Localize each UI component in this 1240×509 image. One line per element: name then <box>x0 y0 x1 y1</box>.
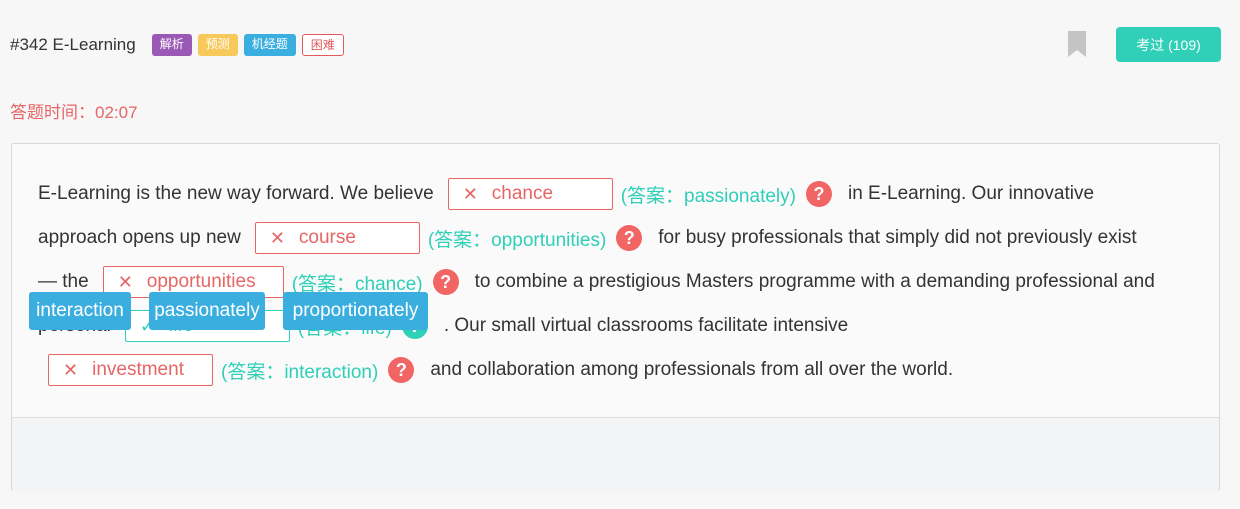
passage-text: in E-Learning. Our innovative <box>847 183 1095 204</box>
question-icon[interactable]: ? <box>805 181 832 207</box>
blank-3-value: opportunities <box>146 271 256 292</box>
x-icon: ✕ <box>269 227 285 248</box>
timer-value: 02:07 <box>95 103 138 122</box>
blank-1-value: chance <box>491 183 554 204</box>
passage-line-1: E-Learning is the new way forward. We be… <box>38 177 1094 211</box>
tag-difficulty: 困难 <box>301 34 344 56</box>
blank-1-wrong[interactable]: ✕ chance <box>447 178 613 210</box>
x-icon: ✕ <box>462 183 478 204</box>
question-title: #342 E-Learning <box>10 35 136 54</box>
blank-5-answer: (答案：interaction) <box>221 361 379 383</box>
x-icon: ✕ <box>117 271 133 292</box>
options-bar <box>12 418 1219 492</box>
option-chip-proportionately[interactable]: proportionately <box>283 292 428 330</box>
passage-text: — the <box>38 271 89 292</box>
passage-text: to combine a prestigious Masters program… <box>474 271 1155 292</box>
tag-exam-question[interactable]: 机经题 <box>243 34 296 56</box>
answer-timer: 答题时间：02:07 <box>10 98 138 123</box>
blank-5-value: investment <box>92 359 184 380</box>
passage-line-2: approach opens up new ✕ course (答案：oppor… <box>38 221 1137 255</box>
timer-label: 答题时间： <box>10 103 95 122</box>
blank-5-wrong[interactable]: ✕ investment <box>48 354 213 386</box>
passage-text: E-Learning is the new way forward. We be… <box>38 183 434 204</box>
passage-line-5: ✕ investment (答案：interaction) ? and coll… <box>34 353 953 387</box>
tag-prediction[interactable]: 预测 <box>197 34 238 56</box>
question-header: #342 E-Learning 解析 预测 机经题 困难 <box>10 30 350 60</box>
passage-text: for busy professionals that simply did n… <box>658 227 1137 248</box>
passage-text: . Our small virtual classrooms facilitat… <box>443 315 849 336</box>
bookmark-icon[interactable] <box>1068 31 1086 57</box>
question-icon[interactable]: ? <box>432 269 459 295</box>
passage-text: approach opens up new <box>38 227 241 248</box>
blank-2-value: course <box>298 227 356 248</box>
option-chip-interaction[interactable]: interaction <box>29 292 131 330</box>
x-icon: ✕ <box>63 359 79 380</box>
option-chip-passionately[interactable]: passionately <box>149 292 265 330</box>
blank-1-answer: (答案：passionately) <box>620 185 796 207</box>
passage: E-Learning is the new way forward. We be… <box>12 144 1219 417</box>
question-icon[interactable]: ? <box>616 225 643 251</box>
blank-2-wrong[interactable]: ✕ course <box>254 222 420 254</box>
tag-analysis[interactable]: 解析 <box>151 34 192 56</box>
question-icon[interactable]: ? <box>388 357 415 383</box>
passed-count-button[interactable]: 考过 (109) <box>1116 27 1221 62</box>
passage-text: and collaboration among professionals fr… <box>430 359 954 380</box>
blank-2-answer: (答案：opportunities) <box>427 229 607 251</box>
